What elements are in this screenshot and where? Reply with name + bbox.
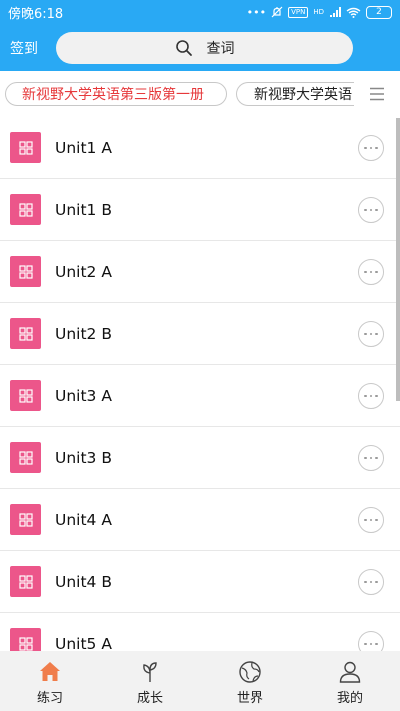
unit-label: Unit1 B xyxy=(55,200,112,219)
mute-icon xyxy=(271,6,283,18)
nav-label-practice: 练习 xyxy=(36,691,63,706)
list-item[interactable]: Unit3 A xyxy=(0,365,400,427)
globe-icon xyxy=(239,661,261,683)
person-icon xyxy=(339,661,361,683)
unit-grid-icon xyxy=(10,194,41,225)
list-item[interactable]: Unit2 A xyxy=(0,241,400,303)
more-options-button[interactable] xyxy=(358,321,384,347)
nav-label-growth: 成长 xyxy=(136,691,163,706)
signin-button[interactable]: 签到 xyxy=(10,38,50,58)
unit-grid-icon xyxy=(10,256,41,287)
signal-icon xyxy=(330,6,341,17)
tab-menu-button[interactable] xyxy=(354,71,400,117)
unit-label: Unit3 B xyxy=(55,448,112,467)
battery-icon: 2 xyxy=(366,5,392,19)
list-item[interactable]: Unit2 B xyxy=(0,303,400,365)
app-header: 签到 查词 xyxy=(0,24,400,71)
list-item[interactable]: Unit4 B xyxy=(0,551,400,613)
book-tab-bar: 新视野大学英语第三版第一册 新视野大学英语 xyxy=(0,71,400,117)
more-options-button[interactable] xyxy=(358,631,384,651)
sprout-icon xyxy=(143,662,157,682)
unit-label: Unit3 A xyxy=(55,386,112,405)
tab-book-2[interactable]: 新视野大学英语 xyxy=(236,82,354,106)
scrollbar[interactable] xyxy=(396,118,400,401)
list-item[interactable]: Unit4 A xyxy=(0,489,400,551)
nav-item-world[interactable]: 世界 xyxy=(200,651,300,711)
menu-icon xyxy=(370,87,384,101)
nav-label-world: 世界 xyxy=(236,691,263,706)
unit-grid-icon xyxy=(10,504,41,535)
more-options-button[interactable] xyxy=(358,135,384,161)
vpn-badge: VPN xyxy=(288,6,309,18)
unit-label: Unit5 A xyxy=(55,634,112,652)
nav-item-mine[interactable]: 我的 xyxy=(300,651,400,711)
nav-label-mine: 我的 xyxy=(336,691,363,706)
list-item[interactable]: Unit5 A xyxy=(0,613,400,651)
unit-grid-icon xyxy=(10,380,41,411)
unit-grid-icon xyxy=(10,318,41,349)
unit-grid-icon xyxy=(10,132,41,163)
more-options-button[interactable] xyxy=(358,569,384,595)
status-time: 傍晚6:18 xyxy=(8,6,64,22)
more-options-button[interactable] xyxy=(358,259,384,285)
unit-grid-icon xyxy=(10,442,41,473)
unit-grid-icon xyxy=(10,628,41,651)
nav-item-practice[interactable]: 练习 xyxy=(0,651,100,711)
status-icons: ••• VPN HD 2 xyxy=(246,5,392,19)
bottom-nav: 练习 成长 世界 我的 xyxy=(0,651,400,711)
unit-grid-icon xyxy=(10,566,41,597)
tab-book-1[interactable]: 新视野大学英语第三版第一册 xyxy=(5,82,227,106)
tab-book-2-label: 新视野大学英语 xyxy=(254,87,352,103)
more-options-button[interactable] xyxy=(358,383,384,409)
home-icon xyxy=(40,662,60,681)
more-dots-icon: ••• xyxy=(246,5,267,19)
unit-label: Unit2 B xyxy=(55,324,112,343)
network-hd-label: HD xyxy=(313,8,324,16)
unit-label: Unit4 B xyxy=(55,572,112,591)
tab-book-1-label: 新视野大学英语第三版第一册 xyxy=(22,87,204,103)
unit-label: Unit2 A xyxy=(55,262,112,281)
search-icon xyxy=(175,39,192,56)
more-options-button[interactable] xyxy=(358,197,384,223)
search-bar[interactable]: 查词 xyxy=(56,31,353,64)
list-item[interactable]: Unit1 A xyxy=(0,117,400,179)
status-bar: 傍晚6:18 ••• VPN HD 2 xyxy=(0,0,400,24)
wifi-icon xyxy=(346,7,361,18)
more-options-button[interactable] xyxy=(358,507,384,533)
more-options-button[interactable] xyxy=(358,445,384,471)
unit-label: Unit4 A xyxy=(55,510,112,529)
search-label: 查词 xyxy=(206,40,235,57)
unit-label: Unit1 A xyxy=(55,138,112,157)
list-item[interactable]: Unit1 B xyxy=(0,179,400,241)
nav-item-growth[interactable]: 成长 xyxy=(100,651,200,711)
list-item[interactable]: Unit3 B xyxy=(0,427,400,489)
unit-list: Unit1 A Unit1 B Unit2 A Unit2 B Unit3 A Unit3… xyxy=(0,117,400,651)
